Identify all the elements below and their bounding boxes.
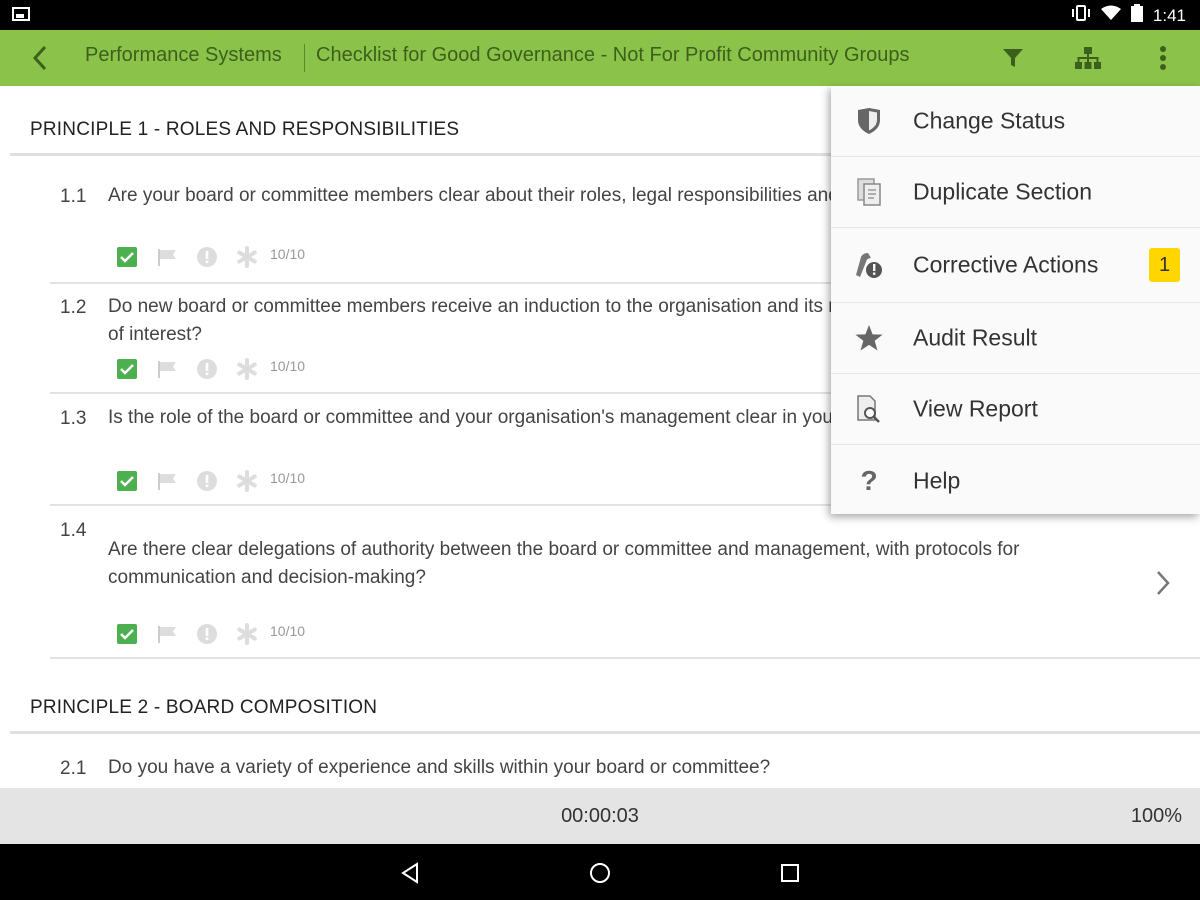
star-icon bbox=[853, 322, 885, 354]
nav-home-icon bbox=[590, 863, 610, 883]
checkbox-checked-icon[interactable] bbox=[116, 246, 138, 268]
checkbox-checked-icon[interactable] bbox=[116, 470, 138, 492]
filter-button[interactable] bbox=[999, 44, 1027, 72]
nav-recents-icon bbox=[781, 864, 799, 882]
clock: 1:41 bbox=[1152, 5, 1186, 25]
section-title: PRINCIPLE 1 - ROLES AND RESPONSIBILITIES bbox=[30, 119, 460, 140]
corrective-actions-icon bbox=[853, 249, 885, 281]
question-text: Do you have a variety of experience and … bbox=[108, 757, 771, 778]
menu-item-label: Duplicate Section bbox=[913, 178, 1092, 205]
section-title: PRINCIPLE 2 - BOARD COMPOSITION bbox=[30, 697, 378, 718]
wifi-icon bbox=[1100, 5, 1121, 26]
asterisk-icon[interactable] bbox=[236, 246, 258, 268]
menu-item-help[interactable]: ? Help bbox=[831, 445, 1200, 516]
checkbox-checked-icon[interactable] bbox=[116, 358, 138, 380]
nav-back-icon bbox=[401, 862, 418, 884]
alert-icon[interactable] bbox=[196, 358, 218, 380]
flag-icon[interactable] bbox=[156, 246, 178, 268]
flag-icon[interactable] bbox=[156, 470, 178, 492]
audit-progress: 100% bbox=[1130, 805, 1182, 827]
menu-item-duplicate-section[interactable]: Duplicate Section bbox=[831, 157, 1200, 228]
menu-item-label: Audit Result bbox=[913, 324, 1038, 351]
asterisk-icon[interactable] bbox=[236, 358, 258, 380]
audit-timer: 00:00:03 bbox=[561, 805, 639, 827]
question-score: 10/10 bbox=[270, 623, 306, 639]
menu-item-change-status[interactable]: Change Status bbox=[831, 86, 1200, 157]
question-score: 10/10 bbox=[270, 246, 306, 262]
menu-item-label: Change Status bbox=[913, 107, 1066, 134]
question-number: 2.1 bbox=[60, 758, 87, 779]
back-icon bbox=[32, 45, 47, 71]
status-bar: 1:41 bbox=[0, 0, 1200, 30]
audit-footer: 00:00:03 100% bbox=[0, 788, 1200, 844]
question-row[interactable]: 1.4 Are there clear delegations of autho… bbox=[50, 506, 1200, 659]
breadcrumb-title: Checklist for Good Governance - Not For … bbox=[316, 44, 910, 66]
app-toolbar: Performance Systems Checklist for Good G… bbox=[0, 30, 1200, 86]
question-number: 1.1 bbox=[60, 186, 87, 207]
question-actions: 10/10 bbox=[116, 623, 305, 645]
gallery-notification-icon bbox=[12, 7, 30, 21]
alert-icon[interactable] bbox=[196, 246, 218, 268]
question-actions: 10/10 bbox=[116, 358, 305, 380]
overflow-menu: Change Status Duplicate Section Correcti… bbox=[831, 86, 1200, 514]
section-header: PRINCIPLE 2 - BOARD COMPOSITION bbox=[10, 660, 1200, 734]
nav-back-button[interactable] bbox=[395, 858, 425, 888]
alert-icon[interactable] bbox=[196, 623, 218, 645]
menu-item-corrective-actions[interactable]: Corrective Actions 1 bbox=[831, 228, 1200, 303]
vibrate-icon bbox=[1071, 5, 1091, 26]
system-nav-bar bbox=[0, 844, 1200, 900]
question-score: 10/10 bbox=[270, 470, 306, 486]
menu-item-label: View Report bbox=[913, 395, 1038, 422]
nav-home-button[interactable] bbox=[585, 858, 615, 888]
corrective-actions-count-badge: 1 bbox=[1149, 248, 1180, 282]
back-button[interactable] bbox=[26, 43, 54, 73]
question-score: 10/10 bbox=[270, 358, 306, 374]
flag-icon[interactable] bbox=[156, 623, 178, 645]
asterisk-icon[interactable] bbox=[236, 623, 258, 645]
menu-item-label: Help bbox=[913, 467, 961, 493]
menu-item-view-report[interactable]: View Report bbox=[831, 374, 1200, 445]
flag-icon[interactable] bbox=[156, 358, 178, 380]
view-report-icon bbox=[853, 393, 885, 425]
hierarchy-icon bbox=[1075, 47, 1101, 69]
overflow-menu-icon bbox=[1160, 46, 1166, 70]
battery-icon bbox=[1130, 4, 1143, 27]
hierarchy-button[interactable] bbox=[1074, 44, 1102, 72]
question-number: 1.2 bbox=[60, 297, 87, 318]
help-icon: ? bbox=[860, 464, 878, 496]
duplicate-icon bbox=[853, 176, 885, 208]
asterisk-icon[interactable] bbox=[236, 470, 258, 492]
breadcrumb-separator bbox=[304, 44, 305, 72]
nav-recents-button[interactable] bbox=[775, 858, 805, 888]
breadcrumb-app[interactable]: Performance Systems bbox=[85, 44, 282, 67]
menu-item-audit-result[interactable]: Audit Result bbox=[831, 303, 1200, 374]
question-text: Are there clear delegations of authority… bbox=[108, 539, 1020, 588]
checkbox-checked-icon[interactable] bbox=[116, 623, 138, 645]
alert-icon[interactable] bbox=[196, 470, 218, 492]
question-number: 1.4 bbox=[60, 520, 87, 541]
question-row[interactable]: 2.1 Do you have a variety of experience … bbox=[50, 734, 1200, 788]
filter-icon bbox=[1003, 49, 1023, 67]
overflow-menu-button[interactable] bbox=[1149, 44, 1177, 72]
menu-item-label: Corrective Actions bbox=[913, 251, 1099, 278]
question-actions: 10/10 bbox=[116, 246, 305, 268]
chevron-right-icon[interactable] bbox=[1156, 570, 1170, 596]
question-actions: 10/10 bbox=[116, 470, 305, 492]
shield-icon bbox=[853, 105, 885, 137]
question-number: 1.3 bbox=[60, 408, 87, 429]
